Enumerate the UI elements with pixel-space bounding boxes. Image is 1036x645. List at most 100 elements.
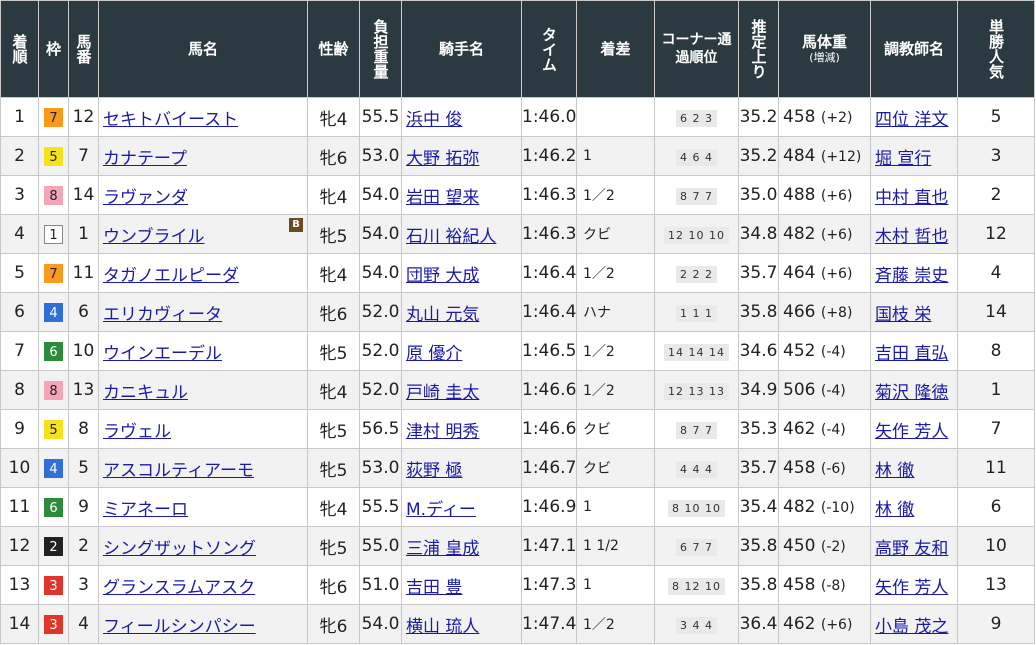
horse-name-link[interactable]: カニキュル [103, 383, 188, 403]
popularity-cell: 5 [957, 97, 1035, 137]
jockey-link[interactable]: 吉田 豊 [406, 578, 462, 598]
horse-number-cell: 11 [68, 253, 99, 293]
trainer-link[interactable]: 林 徹 [875, 500, 914, 520]
horse-name-link[interactable]: ラヴァンダ [103, 188, 188, 208]
horse-name-link[interactable]: シングザットソング [103, 539, 256, 559]
jockey-link[interactable]: 原 優介 [406, 344, 462, 364]
waku-badge: 4 [44, 303, 63, 322]
carried-weight-cell: 53.0 [359, 136, 402, 176]
trainer-link[interactable]: 中村 直也 [875, 188, 948, 208]
table-row: 11 6 9 ミアネーロ 牝4 55.5 M.ディー 1:46.9 1 8 10 10 35.4 48… [0, 487, 1035, 527]
horse-name-link[interactable]: フィールシンパシー [103, 617, 256, 637]
header-margin: 着差 [576, 0, 655, 98]
trainer-cell: 堀 宣行 [870, 136, 958, 176]
body-weight: 458 [783, 107, 816, 127]
waku-badge: 5 [44, 420, 63, 439]
waku-cell: 3 [38, 565, 69, 605]
margin-cell [576, 97, 655, 137]
table-row: 2 5 7 カナテープ 牝6 53.0 大野 拓弥 1:46.2 1 4 6 4 35.2 484 (… [0, 136, 1035, 176]
horse-name-link[interactable]: アスコルティアーモ [103, 461, 254, 481]
body-weight-diff: (-8) [820, 578, 846, 594]
rank-cell: 5 [0, 253, 39, 293]
jockey-link[interactable]: 浜中 俊 [406, 110, 462, 130]
horse-name-cell: エリカヴィータ [98, 292, 308, 332]
trainer-link[interactable]: 斉藤 崇史 [875, 266, 948, 286]
trainer-link[interactable]: 国枝 栄 [875, 305, 931, 325]
horse-number-cell: 9 [68, 487, 99, 527]
jockey-link[interactable]: M.ディー [406, 500, 476, 520]
margin-cell: 1／2 [576, 370, 655, 410]
waku-badge: 8 [44, 381, 63, 400]
trainer-link[interactable]: 菊沢 隆徳 [875, 383, 948, 403]
body-weight: 464 [783, 263, 816, 283]
horse-name-link[interactable]: タガノエルピーダ [103, 266, 239, 286]
table-row: 4 1 1 ウンブライル B 牝5 54.0 石川 裕紀人 1:46.3 クビ 12 10 10 34… [0, 214, 1035, 254]
horse-number-cell: 2 [68, 526, 99, 566]
sex-age-cell: 牝6 [307, 604, 360, 644]
jockey-link[interactable]: 三浦 皇成 [406, 539, 479, 559]
horse-name-link[interactable]: ウンブライル [103, 227, 205, 247]
waku-cell: 3 [38, 604, 69, 644]
jockey-link[interactable]: 津村 明秀 [406, 422, 479, 442]
body-weight: 462 [783, 419, 816, 439]
horse-name-link[interactable]: エリカヴィータ [103, 305, 222, 325]
horse-name-link[interactable]: セキトバイースト [103, 110, 238, 130]
margin-cell: クビ [576, 214, 655, 254]
jockey-link[interactable]: 荻野 極 [406, 461, 462, 481]
body-weight-cell: 458 (-6) [778, 448, 871, 488]
last3f-cell: 35.7 [738, 448, 779, 488]
body-weight: 484 [783, 146, 816, 166]
body-weight-cell: 462 (+6) [778, 604, 871, 644]
jockey-link[interactable]: 丸山 元気 [406, 305, 479, 325]
trainer-link[interactable]: 矢作 芳人 [875, 578, 948, 598]
jockey-link[interactable]: 岩田 望来 [406, 188, 479, 208]
horse-name-link[interactable]: カナテープ [103, 149, 187, 169]
horse-name-link[interactable]: ミアネーロ [103, 500, 188, 520]
trainer-link[interactable]: 林 徹 [875, 461, 914, 481]
body-weight: 488 [783, 185, 816, 205]
trainer-link[interactable]: 堀 宣行 [875, 149, 931, 169]
jockey-link[interactable]: 戸崎 圭太 [406, 383, 479, 403]
trainer-link[interactable]: 吉田 直弘 [875, 344, 948, 364]
popularity-cell: 6 [957, 487, 1035, 527]
corner-cell: 4 6 4 [654, 136, 739, 176]
corner-cell: 12 10 10 [654, 214, 739, 254]
trainer-link[interactable]: 四位 洋文 [875, 110, 948, 130]
header-body-label: 馬体重 [801, 33, 847, 51]
result-rows: 1 7 12 セキトバイースト 牝4 55.5 浜中 俊 1:46.0 6 2 3 35.2 458… [0, 97, 1035, 644]
time-cell: 1:46.6 [521, 409, 577, 449]
jockey-link[interactable]: 団野 大成 [406, 266, 479, 286]
horse-name-link[interactable]: ラヴェル [103, 422, 171, 442]
body-weight: 462 [783, 614, 816, 634]
trainer-link[interactable]: 高野 友和 [875, 539, 948, 559]
trainer-link[interactable]: 小島 茂之 [875, 617, 948, 637]
trainer-cell: 小島 茂之 [870, 604, 958, 644]
horse-name-link[interactable]: グランスラムアスク [103, 578, 255, 598]
header-rank: 着順 [0, 0, 39, 98]
margin-cell: クビ [576, 448, 655, 488]
last3f-cell: 34.9 [738, 370, 779, 410]
body-weight: 482 [783, 224, 816, 244]
jockey-cell: 吉田 豊 [401, 565, 522, 605]
body-weight-cell: 458 (+2) [778, 97, 871, 137]
header-pop: 単勝人気 [957, 0, 1035, 98]
jockey-link[interactable]: 大野 拓弥 [406, 149, 479, 169]
time-cell: 1:47.3 [521, 565, 577, 605]
carried-weight-cell: 52.0 [359, 331, 402, 371]
jockey-link[interactable]: 石川 裕紀人 [406, 227, 496, 247]
table-row: 7 6 10 ウインエーデル 牝5 52.0 原 優介 1:46.5 1／2 14 14 14 34… [0, 331, 1035, 371]
rank-cell: 12 [0, 526, 39, 566]
horse-name-cell: グランスラムアスク [98, 565, 308, 605]
body-weight-diff: (+8) [820, 305, 853, 321]
trainer-link[interactable]: 矢作 芳人 [875, 422, 948, 442]
table-row: 9 5 8 ラヴェル 牝5 56.5 津村 明秀 1:46.6 クビ 8 7 7 35.3 462 (… [0, 409, 1035, 449]
jockey-cell: M.ディー [401, 487, 522, 527]
jockey-link[interactable]: 横山 琉人 [406, 617, 479, 637]
horse-name-cell: ラヴェル [98, 409, 308, 449]
horse-name-link[interactable]: ウインエーデル [103, 344, 222, 364]
rank-cell: 1 [0, 97, 39, 137]
trainer-link[interactable]: 木村 哲也 [875, 227, 948, 247]
horse-number-cell: 13 [68, 370, 99, 410]
horse-number-cell: 6 [68, 292, 99, 332]
carried-weight-cell: 55.5 [359, 97, 402, 137]
